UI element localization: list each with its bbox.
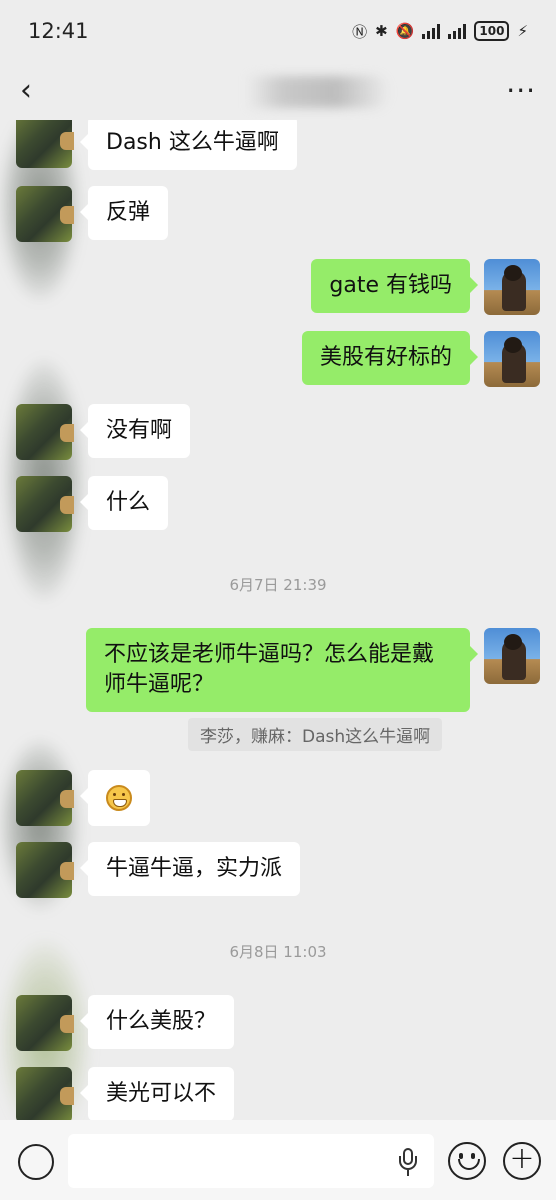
- voice-icon[interactable]: [18, 1144, 54, 1180]
- input-bar: +: [0, 1120, 556, 1200]
- microphone-icon[interactable]: [398, 1148, 418, 1176]
- emoji-icon[interactable]: [448, 1142, 486, 1180]
- message-list[interactable]: Dash 这么牛逼啊 反弹 gate 有钱吗 美股有好标的 没有啊 什么 6月7…: [0, 120, 556, 1120]
- message-bubble-incoming[interactable]: 牛逼牛逼，实力派: [79, 842, 301, 896]
- contact-avatar[interactable]: [16, 186, 74, 242]
- status-bar: 12:41 Ⓝ ✱ 🔕 100 ⚡: [0, 0, 556, 62]
- quoted-message[interactable]: 李莎，赚麻：Dash这么牛逼啊: [188, 718, 443, 751]
- message-bubble-incoming[interactable]: 什么美股？: [79, 995, 235, 1049]
- my-avatar[interactable]: [484, 628, 540, 684]
- my-avatar[interactable]: [484, 259, 540, 315]
- message-bubble-incoming[interactable]: 什么: [79, 476, 169, 530]
- mute-bell-icon: 🔕: [395, 22, 415, 40]
- my-avatar[interactable]: [484, 331, 540, 387]
- charging-icon: ⚡: [517, 22, 528, 40]
- message-bubble-incoming[interactable]: 反弹: [79, 186, 169, 240]
- contact-avatar[interactable]: [16, 995, 74, 1051]
- signal-icon: [422, 23, 441, 39]
- timestamp: 6月8日 11:03: [229, 943, 327, 961]
- contact-avatar[interactable]: [16, 476, 74, 532]
- status-icons: Ⓝ ✱ 🔕 100 ⚡: [352, 21, 528, 42]
- contact-avatar[interactable]: [16, 404, 74, 460]
- bluetooth-icon: ✱: [375, 22, 388, 40]
- chat-title-redacted: [210, 76, 390, 108]
- contact-avatar[interactable]: [16, 120, 74, 168]
- message-bubble-incoming[interactable]: Dash 这么牛逼啊: [80, 120, 297, 170]
- message-bubble-outgoing[interactable]: gate 有钱吗: [311, 259, 478, 313]
- contact-avatar[interactable]: [16, 842, 74, 898]
- message-bubble-incoming[interactable]: 没有啊: [79, 404, 191, 458]
- back-icon[interactable]: ‹: [20, 76, 50, 106]
- message-bubble-incoming[interactable]: [80, 770, 150, 826]
- contact-avatar[interactable]: [16, 770, 74, 826]
- signal-icon-2: [448, 23, 467, 39]
- message-bubble-outgoing[interactable]: 美股有好标的: [301, 331, 479, 385]
- message-bubble-incoming[interactable]: 美光可以不: [79, 1067, 235, 1120]
- message-input[interactable]: [68, 1134, 434, 1188]
- grinning-face-icon: [106, 785, 132, 811]
- plus-icon[interactable]: +: [503, 1142, 541, 1180]
- contact-avatar[interactable]: [16, 1067, 74, 1120]
- message-bubble-outgoing[interactable]: 不应该是老师牛逼吗？怎么能是戴师牛逼呢？: [86, 628, 478, 712]
- chat-header: ‹ ···: [0, 62, 556, 120]
- more-icon[interactable]: ···: [506, 77, 536, 105]
- status-time: 12:41: [28, 19, 89, 43]
- nfc-icon: Ⓝ: [352, 22, 368, 41]
- timestamp: 6月7日 21:39: [229, 576, 327, 594]
- battery-indicator: 100: [474, 21, 510, 41]
